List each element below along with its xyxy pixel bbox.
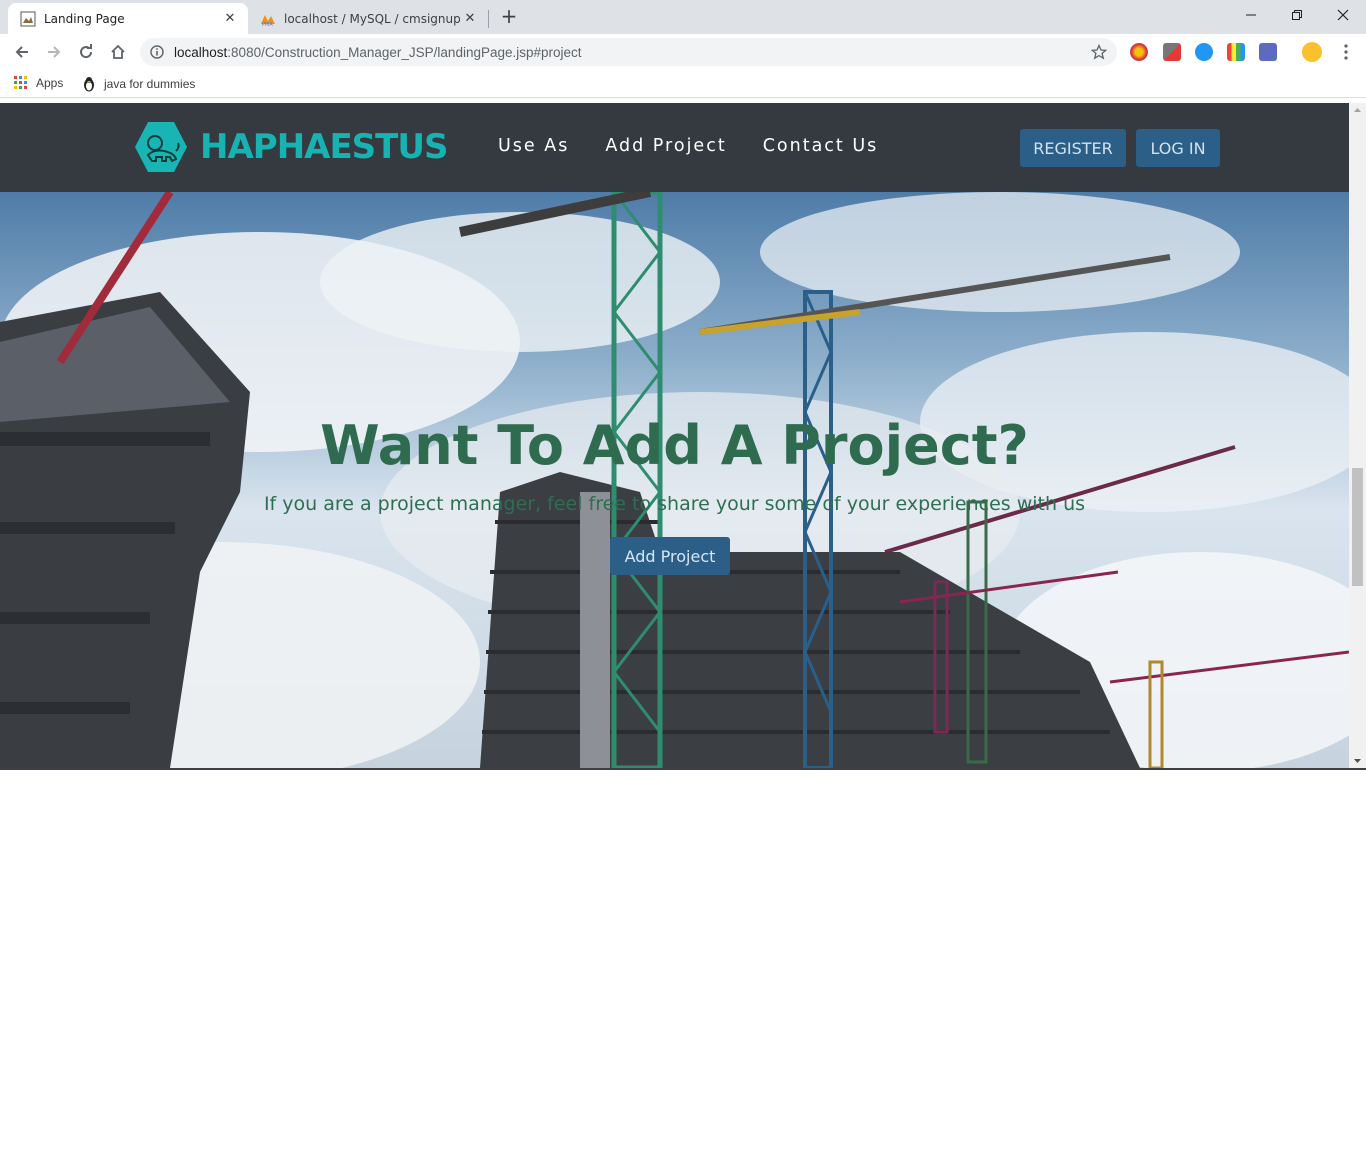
tab-landing-page[interactable]: Landing Page ✕ <box>8 3 248 34</box>
phpmyadmin-favicon-icon: PMA <box>261 14 275 27</box>
bookmarks-bar: Apps java for dummies <box>0 70 1366 98</box>
bookmark-apps[interactable]: Apps <box>14 76 63 90</box>
extension-n-icon[interactable] <box>1227 43 1245 61</box>
add-project-button[interactable]: Add Project <box>610 537 730 575</box>
nav-link-add-project[interactable]: Add Project <box>605 136 726 156</box>
close-icon[interactable]: ✕ <box>220 9 240 29</box>
apps-grid-icon <box>14 76 27 89</box>
back-arrow-icon[interactable] <box>8 38 36 66</box>
hero-section: Want To Add A Project? If you are a proj… <box>0 192 1349 768</box>
nav-links: Use As Add Project Contact Us <box>498 136 878 156</box>
brand-logo[interactable]: HAPHAESTUS <box>134 121 448 173</box>
nav-link-contact-us[interactable]: Contact Us <box>763 136 879 156</box>
hero-title: Want To Add A Project? <box>320 414 1029 477</box>
close-icon[interactable]: ✕ <box>460 9 480 29</box>
page-scrollbar[interactable] <box>1349 103 1366 768</box>
lion-hexagon-icon <box>135 122 187 172</box>
new-tab-icon[interactable]: + <box>498 6 520 28</box>
scroll-down-icon[interactable] <box>1349 756 1366 766</box>
address-bar[interactable]: localhost:8080/Construction_Manager_JSP/… <box>140 38 1117 66</box>
menu-dots-icon[interactable] <box>1332 38 1360 66</box>
page-favicon-icon <box>20 11 36 26</box>
brand-name: HAPHAESTUS <box>200 127 448 167</box>
scroll-thumb[interactable] <box>1352 468 1363 586</box>
window-close-icon[interactable] <box>1320 0 1366 30</box>
hero-subtitle: If you are a project manager, feel free … <box>263 493 1086 515</box>
tab-strip: Landing Page ✕ PMA localhost / MySQL / c… <box>0 0 1366 34</box>
tab-separator <box>488 10 489 28</box>
page-viewport: HAPHAESTUS Use As Add Project Contact Us… <box>0 103 1366 768</box>
extension-drop-icon[interactable] <box>1195 43 1213 61</box>
site-navbar: HAPHAESTUS Use As Add Project Contact Us… <box>0 103 1349 192</box>
tab-title: localhost / MySQL / cmsignup | p <box>284 11 460 26</box>
url-path: :8080/Construction_Manager_JSP/landingPa… <box>227 44 582 60</box>
browser-toolbar: localhost:8080/Construction_Manager_JSP/… <box>0 34 1366 70</box>
construction-background-image <box>0 192 1349 768</box>
penguin-icon <box>84 77 94 92</box>
profile-avatar-icon[interactable] <box>1302 42 1322 62</box>
forward-arrow-icon[interactable] <box>40 38 68 66</box>
extension-compass-icon[interactable] <box>1130 43 1148 61</box>
bookmark-star-icon[interactable] <box>1090 43 1108 64</box>
minimize-icon[interactable] <box>1228 0 1274 30</box>
scroll-up-icon[interactable] <box>1349 105 1366 115</box>
reload-icon[interactable] <box>72 38 100 66</box>
url-host: localhost <box>174 44 228 60</box>
restore-icon[interactable] <box>1274 0 1320 30</box>
site-info-icon[interactable] <box>140 45 174 59</box>
bookmark-java-for-dummies[interactable]: java for dummies <box>82 76 195 92</box>
login-button[interactable]: LOG IN <box>1136 129 1220 167</box>
nav-link-use-as[interactable]: Use As <box>498 136 569 156</box>
bookmark-label: Apps <box>36 76 64 90</box>
home-icon[interactable] <box>104 38 132 66</box>
bookmark-label: java for dummies <box>104 77 196 91</box>
url-text: localhost:8080/Construction_Manager_JSP/… <box>174 45 582 60</box>
tab-phpmyadmin[interactable]: PMA localhost / MySQL / cmsignup | p ✕ <box>248 3 488 34</box>
extension-cube-icon[interactable] <box>1259 43 1277 61</box>
tab-title: Landing Page <box>44 11 125 26</box>
extension-tools-icon[interactable] <box>1163 43 1181 61</box>
svg-text:PMA: PMA <box>262 22 273 27</box>
blank-area-below-page <box>0 768 1366 1163</box>
register-button[interactable]: REGISTER <box>1020 129 1126 167</box>
